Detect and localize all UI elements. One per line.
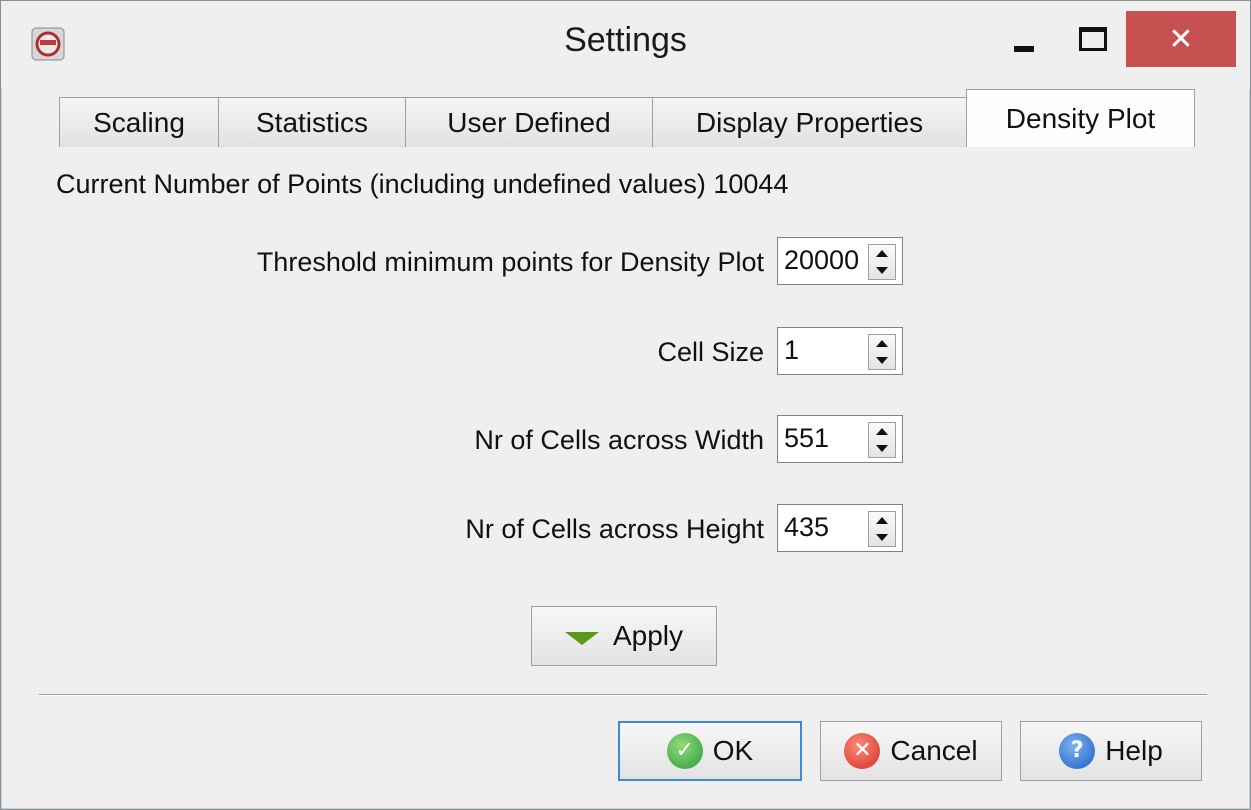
arrow-up-icon xyxy=(876,428,888,435)
threshold-input[interactable] xyxy=(784,242,864,278)
apply-label: Apply xyxy=(612,620,684,651)
minimize-icon xyxy=(1014,46,1034,52)
threshold-label: Threshold minimum points for Density Plo… xyxy=(256,247,764,277)
cell-size-increment-button[interactable] xyxy=(869,335,895,352)
separator xyxy=(39,694,1207,696)
question-icon: ? xyxy=(1059,733,1096,769)
tab-statistics[interactable]: Statistics xyxy=(218,97,406,147)
threshold-decrement-button[interactable] xyxy=(869,262,895,279)
cells-height-spin-buttons xyxy=(868,511,896,547)
help-button[interactable]: ? Help xyxy=(1020,721,1202,781)
cells-width-input[interactable] xyxy=(784,420,864,456)
close-icon: ✕ xyxy=(1168,21,1194,57)
arrow-up-icon xyxy=(876,250,888,257)
threshold-spinner xyxy=(777,237,903,285)
cells-width-increment-button[interactable] xyxy=(869,423,895,440)
tab-density-plot[interactable]: Density Plot xyxy=(966,89,1195,147)
help-label: Help xyxy=(1105,735,1163,766)
green-down-triangle-icon xyxy=(564,631,599,645)
check-icon: ✓ xyxy=(666,733,703,769)
threshold-increment-button[interactable] xyxy=(869,245,895,262)
tab-bar: Scaling Statistics User Defined Display … xyxy=(59,89,1195,149)
arrow-down-icon xyxy=(876,357,888,364)
cells-height-label: Nr of Cells across Height xyxy=(465,514,764,544)
cancel-label: Cancel xyxy=(890,735,978,766)
close-button[interactable]: ✕ xyxy=(1126,11,1236,67)
cell-size-decrement-button[interactable] xyxy=(869,352,895,369)
cell-size-input[interactable] xyxy=(784,332,864,368)
ok-button[interactable]: ✓ OK xyxy=(618,721,802,781)
apply-button[interactable]: Apply xyxy=(531,606,717,666)
arrow-down-icon xyxy=(876,534,888,541)
current-points-text: Current Number of Points (including unde… xyxy=(56,169,789,199)
arrow-up-icon xyxy=(876,517,888,524)
settings-window: Settings ✕ Scaling Statistics User Defin… xyxy=(0,0,1251,810)
cells-height-increment-button[interactable] xyxy=(869,512,895,529)
arrow-down-icon xyxy=(876,267,888,274)
cells-width-decrement-button[interactable] xyxy=(869,440,895,457)
tab-user-defined[interactable]: User Defined xyxy=(405,97,653,147)
tab-display-properties[interactable]: Display Properties xyxy=(652,97,967,147)
cells-height-decrement-button[interactable] xyxy=(869,529,895,546)
ok-label: OK xyxy=(712,735,754,766)
arrow-down-icon xyxy=(876,445,888,452)
cells-height-spinner xyxy=(777,504,903,552)
cells-width-spinner xyxy=(777,415,903,463)
cells-height-input[interactable] xyxy=(784,509,864,545)
cross-icon: ✕ xyxy=(844,733,881,769)
maximize-button[interactable] xyxy=(1061,11,1121,67)
cell-size-spin-buttons xyxy=(868,334,896,370)
maximize-icon xyxy=(1079,27,1107,51)
cells-width-label: Nr of Cells across Width xyxy=(474,425,764,455)
title-bar[interactable]: Settings ✕ xyxy=(1,1,1250,89)
minimize-button[interactable] xyxy=(997,11,1057,67)
app-icon xyxy=(31,27,65,61)
threshold-spin-buttons xyxy=(868,244,896,280)
arrow-up-icon xyxy=(876,340,888,347)
tab-scaling[interactable]: Scaling xyxy=(59,97,219,147)
cell-size-label: Cell Size xyxy=(657,337,764,367)
cell-size-spinner xyxy=(777,327,903,375)
cells-width-spin-buttons xyxy=(868,422,896,458)
cancel-button[interactable]: ✕ Cancel xyxy=(820,721,1002,781)
